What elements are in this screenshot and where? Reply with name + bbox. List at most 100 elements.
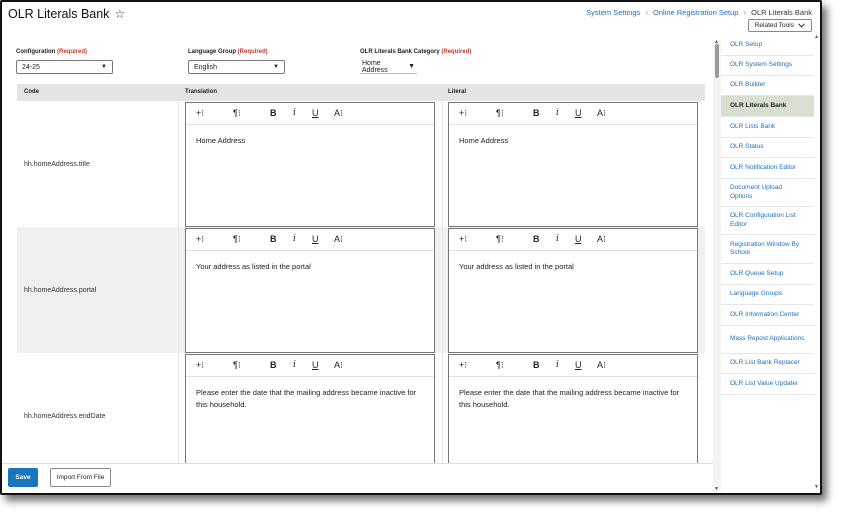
insert-field-icon[interactable]: +⁝ xyxy=(459,360,467,371)
sidebar-item-registration-window-by-school[interactable]: Registration Window By School xyxy=(721,235,814,264)
insert-field-icon[interactable]: +⁝ xyxy=(196,234,204,245)
translation-editor[interactable]: +⁝ ¶⁝ B i U A⁝ Please enter the date tha… xyxy=(185,354,435,463)
bold-icon[interactable]: B xyxy=(533,108,540,118)
category-filter: OLR Literals Bank Category (Required) Ho… xyxy=(360,49,490,74)
italic-icon[interactable]: i xyxy=(293,234,296,244)
breadcrumb-online-registration-setup[interactable]: Online Registration Setup xyxy=(653,8,738,17)
italic-icon[interactable]: i xyxy=(293,360,296,370)
underline-icon[interactable]: U xyxy=(312,360,319,370)
insert-field-icon[interactable]: +⁝ xyxy=(459,108,467,119)
text-size-icon[interactable]: A⁝ xyxy=(334,360,343,371)
sidebar-item-olr-system-settings[interactable]: OLR System Settings xyxy=(721,56,814,76)
editor-content[interactable]: Please enter the date that the mailing a… xyxy=(449,377,697,420)
language-group-select[interactable]: English ▼ xyxy=(188,60,285,74)
italic-icon[interactable]: i xyxy=(556,234,559,244)
scroll-down-arrow-icon[interactable]: ▼ xyxy=(714,486,719,492)
column-divider xyxy=(442,227,443,353)
underline-icon[interactable]: U xyxy=(312,108,319,118)
insert-field-icon[interactable]: +⁝ xyxy=(196,108,204,119)
scroll-down-arrow-icon[interactable]: ▼ xyxy=(814,484,819,490)
editor-content[interactable]: Home Address xyxy=(186,125,434,157)
sidebar-item-olr-configuration-list-editor[interactable]: OLR Configuration List Editor xyxy=(721,207,814,235)
text-size-icon[interactable]: A⁝ xyxy=(597,360,606,371)
breadcrumb-system-settings[interactable]: System Settings xyxy=(586,8,640,17)
literal-editor[interactable]: +⁝ ¶⁝ B i U A⁝ Home Address xyxy=(448,102,698,227)
paragraph-format-icon[interactable]: ¶⁝ xyxy=(496,234,504,245)
underline-icon[interactable]: U xyxy=(575,360,582,370)
editor-content[interactable]: Your address as listed in the portal xyxy=(186,251,434,283)
literal-editor[interactable]: +⁝ ¶⁝ B i U A⁝ Your address as listed in… xyxy=(448,228,698,353)
sidebar-item-olr-notification-editor[interactable]: OLR Notification Editor xyxy=(721,158,814,179)
column-header-code: Code xyxy=(24,89,39,95)
sidebar-item-olr-status[interactable]: OLR Status xyxy=(721,138,814,158)
italic-icon[interactable]: i xyxy=(293,108,296,118)
editor-content[interactable]: Your address as listed in the portal xyxy=(449,251,697,283)
code-cell: hh.homeAddress.portal xyxy=(24,286,97,294)
sidebar-item-language-groups[interactable]: Language Groups xyxy=(721,285,814,305)
bold-icon[interactable]: B xyxy=(533,234,540,244)
literal-editor[interactable]: +⁝ ¶⁝ B i U A⁝ Please enter the date tha… xyxy=(448,354,698,463)
underline-icon[interactable]: U xyxy=(312,234,319,244)
paragraph-format-icon[interactable]: ¶⁝ xyxy=(496,108,504,119)
configuration-select[interactable]: 24-25 ▼ xyxy=(16,60,113,74)
sidebar-item-olr-literals-bank[interactable]: OLR Literals Bank xyxy=(721,96,814,117)
main-scrollbar[interactable]: ▲ ▼ xyxy=(713,39,721,492)
caret-down-icon: ▼ xyxy=(408,63,415,70)
main-content: Configuration (Required) 24-25 ▼ Languag… xyxy=(8,40,712,463)
sidebar-item-olr-lists-bank[interactable]: OLR Lists Bank xyxy=(721,117,814,138)
bold-icon[interactable]: B xyxy=(270,360,277,370)
chevron-right-icon: › xyxy=(645,8,648,17)
sidebar-item-olr-builder[interactable]: OLR Builder xyxy=(721,76,814,96)
editor-toolbar: +⁝ ¶⁝ B i U A⁝ xyxy=(449,229,697,251)
chevron-right-icon: › xyxy=(743,8,747,17)
save-button[interactable]: Save xyxy=(8,468,38,487)
editor-content[interactable]: Please enter the date that the mailing a… xyxy=(186,377,434,420)
sidebar-item-document-upload-options[interactable]: Document Upload Options xyxy=(721,179,814,207)
underline-icon[interactable]: U xyxy=(575,234,582,244)
editor-content[interactable]: Home Address xyxy=(449,125,697,157)
paragraph-format-icon[interactable]: ¶⁝ xyxy=(233,234,241,245)
code-cell: hh.homeAddress.endDate xyxy=(24,412,106,420)
bold-icon[interactable]: B xyxy=(533,360,540,370)
italic-icon[interactable]: i xyxy=(556,360,559,370)
sidebar-scrollbar[interactable]: ▲ ▼ xyxy=(814,34,820,490)
text-size-icon[interactable]: A⁝ xyxy=(334,108,343,119)
insert-field-icon[interactable]: +⁝ xyxy=(196,360,204,371)
caret-down-icon: ▼ xyxy=(273,64,279,70)
italic-icon[interactable]: i xyxy=(556,108,559,118)
scrollbar-thumb[interactable] xyxy=(715,44,719,78)
paragraph-format-icon[interactable]: ¶⁝ xyxy=(496,360,504,371)
star-icon[interactable]: ☆ xyxy=(114,7,125,21)
bold-icon[interactable]: B xyxy=(270,108,277,118)
sidebar-item-olr-information-center[interactable]: OLR Information Center xyxy=(721,305,814,326)
category-select[interactable]: Home Address ▼ xyxy=(360,60,417,74)
sidebar-item-olr-setup[interactable]: OLR Setup xyxy=(721,35,814,56)
bold-icon[interactable]: B xyxy=(270,234,277,244)
chevron-down-icon xyxy=(798,23,805,28)
breadcrumb: System Settings › Online Registration Se… xyxy=(586,8,812,17)
filter-bar: Configuration (Required) 24-25 ▼ Languag… xyxy=(16,49,696,89)
column-divider xyxy=(178,353,179,463)
category-value: Home Address xyxy=(362,59,388,74)
insert-field-icon[interactable]: +⁝ xyxy=(459,234,467,245)
translation-editor[interactable]: +⁝ ¶⁝ B i U A⁝ Home Address xyxy=(185,102,435,227)
text-size-icon[interactable]: A⁝ xyxy=(597,234,606,245)
page-title: OLR Literals Bank ☆ xyxy=(8,7,125,21)
paragraph-format-icon[interactable]: ¶⁝ xyxy=(233,108,241,119)
sidebar-item-olr-list-value-updater[interactable]: OLR List Value Updater xyxy=(721,374,814,395)
column-header-literal: Literal xyxy=(448,89,467,95)
table-row: hh.homeAddress.title +⁝ ¶⁝ B i U A⁝ Home… xyxy=(17,101,705,227)
import-from-file-button[interactable]: Import From File xyxy=(50,468,111,487)
language-group-filter: Language Group (Required) English ▼ xyxy=(188,49,285,74)
paragraph-format-icon[interactable]: ¶⁝ xyxy=(233,360,241,371)
sidebar-item-mass-repost-applications[interactable]: Mass Repost Applications xyxy=(721,326,814,354)
column-divider xyxy=(178,101,179,227)
translation-editor[interactable]: +⁝ ¶⁝ B i U A⁝ Your address as listed in… xyxy=(185,228,435,353)
underline-icon[interactable]: U xyxy=(575,108,582,118)
sidebar-item-olr-queue-setup[interactable]: OLR Queue Setup xyxy=(721,264,814,285)
text-size-icon[interactable]: A⁝ xyxy=(597,108,606,119)
text-size-icon[interactable]: A⁝ xyxy=(334,234,343,245)
scroll-up-arrow-icon[interactable]: ▲ xyxy=(814,34,819,40)
related-tools-button[interactable]: Related Tools xyxy=(747,19,812,32)
sidebar-item-olr-list-bank-replacer[interactable]: OLR List Bank Replacer xyxy=(721,354,814,374)
